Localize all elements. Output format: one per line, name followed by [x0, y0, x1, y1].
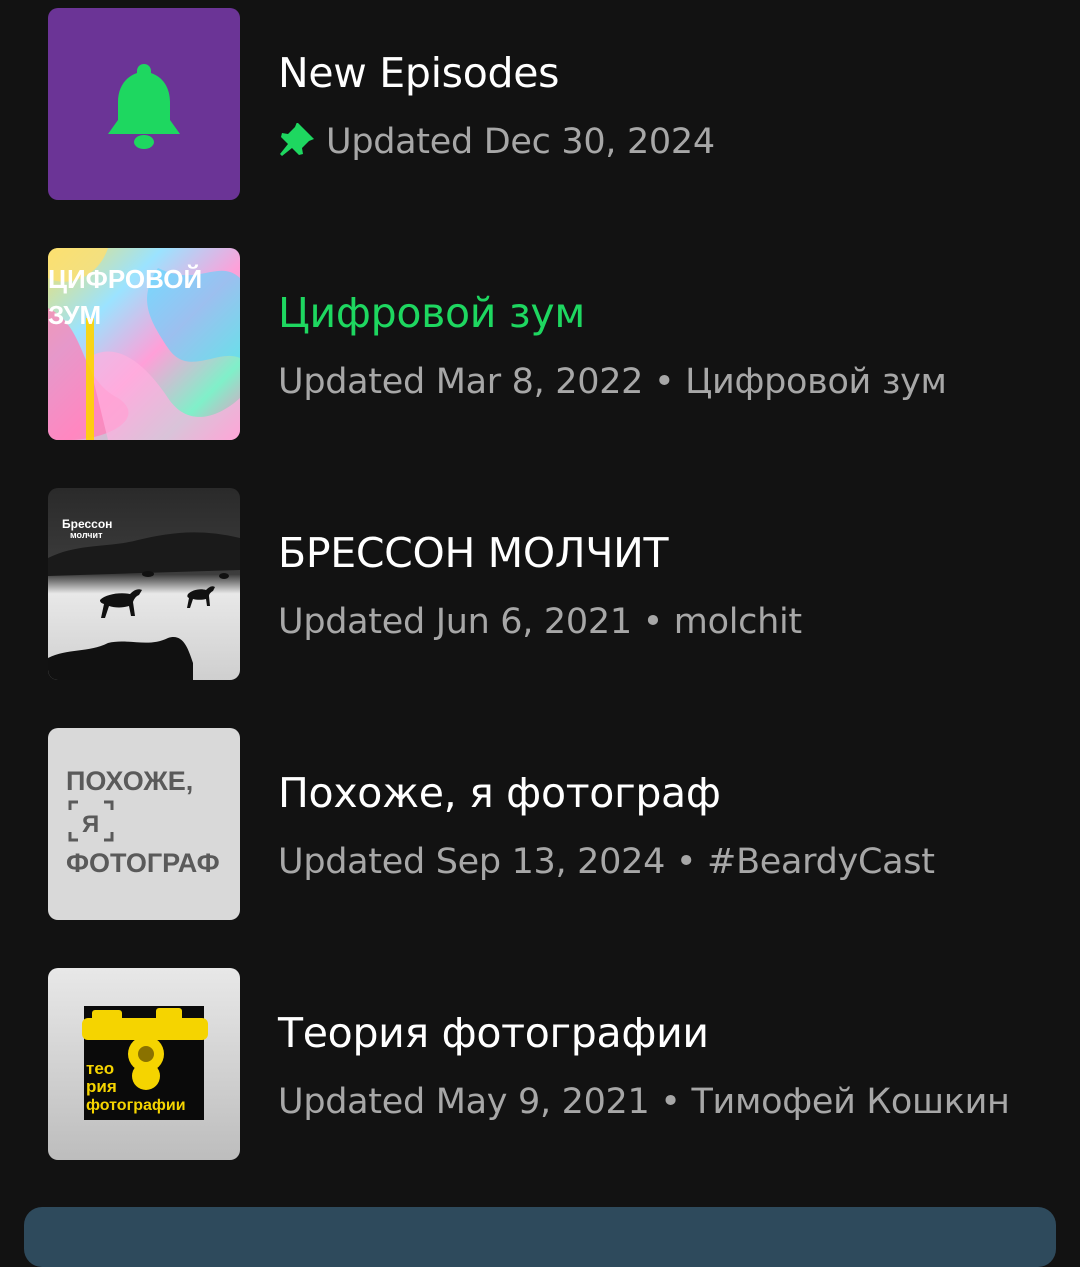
tsifrovoy-zum-cover: ЦИФРОВОЙ ЗУМ — [48, 248, 240, 440]
cover-text-line3: ФОТОГРАФ — [66, 848, 220, 878]
item-title: Похоже, я фотограф — [278, 769, 721, 817]
item-title: Теория фотографии — [278, 1009, 709, 1057]
new-episodes-cover — [48, 8, 240, 200]
teoriya-fotografii-cover: тео рия фотографии — [48, 968, 240, 1160]
pin-icon — [278, 122, 316, 168]
item-subtitle-text: Updated Dec 30, 2024 — [326, 122, 715, 162]
cover-text-line2: молчит — [70, 530, 103, 540]
now-playing-bar[interactable] — [24, 1207, 1056, 1267]
cover-text-line2: рия — [86, 1077, 117, 1096]
bresson-molchit-cover: Брессон молчит — [48, 488, 240, 680]
cover-text-line3: фотографии — [86, 1097, 186, 1114]
item-subtitle: Updated Mar 8, 2022 • Цифровой зум — [278, 362, 947, 402]
item-subtitle: Updated Jun 6, 2021 • molchit — [278, 602, 802, 642]
library-item-pokhozhe-ya-fotograf[interactable]: ПОХОЖЕ, Я ФОТОГРАФ Похоже, я фотограф Up… — [0, 728, 1080, 920]
item-title: New Episodes — [278, 49, 560, 97]
cover-text-line1: ЦИФРОВОЙ — [48, 264, 202, 294]
cover-text-line2: Я — [82, 811, 99, 838]
cover-text-line2: ЗУМ — [48, 300, 101, 330]
library-item-tsifrovoy-zum[interactable]: ЦИФРОВОЙ ЗУМ Цифровой зум Updated Mar 8,… — [0, 248, 1080, 440]
item-subtitle: Updated May 9, 2021 • Тимофей Кошкин — [278, 1082, 1010, 1122]
library-item-bresson-molchit[interactable]: Брессон молчит БРЕССОН МОЛЧИТ Updated Ju… — [0, 488, 1080, 680]
item-subtitle: Updated Dec 30, 2024 — [278, 120, 715, 168]
cover-text-line1: тео — [86, 1059, 114, 1078]
pokhozhe-ya-fotograf-cover: ПОХОЖЕ, Я ФОТОГРАФ — [48, 728, 240, 920]
cover-text-line1: ПОХОЖЕ, — [66, 766, 193, 796]
library-item-new-episodes[interactable]: New Episodes Updated Dec 30, 2024 — [0, 8, 1080, 200]
item-subtitle: Updated Sep 13, 2024 • #BeardyCast — [278, 842, 935, 882]
item-title: Цифровой зум — [278, 289, 585, 337]
cover-text-line1: Брессон — [62, 517, 112, 531]
library-item-teoriya-fotografii[interactable]: тео рия фотографии Теория фотографии Upd… — [0, 968, 1080, 1160]
item-title: БРЕССОН МОЛЧИТ — [278, 529, 669, 577]
